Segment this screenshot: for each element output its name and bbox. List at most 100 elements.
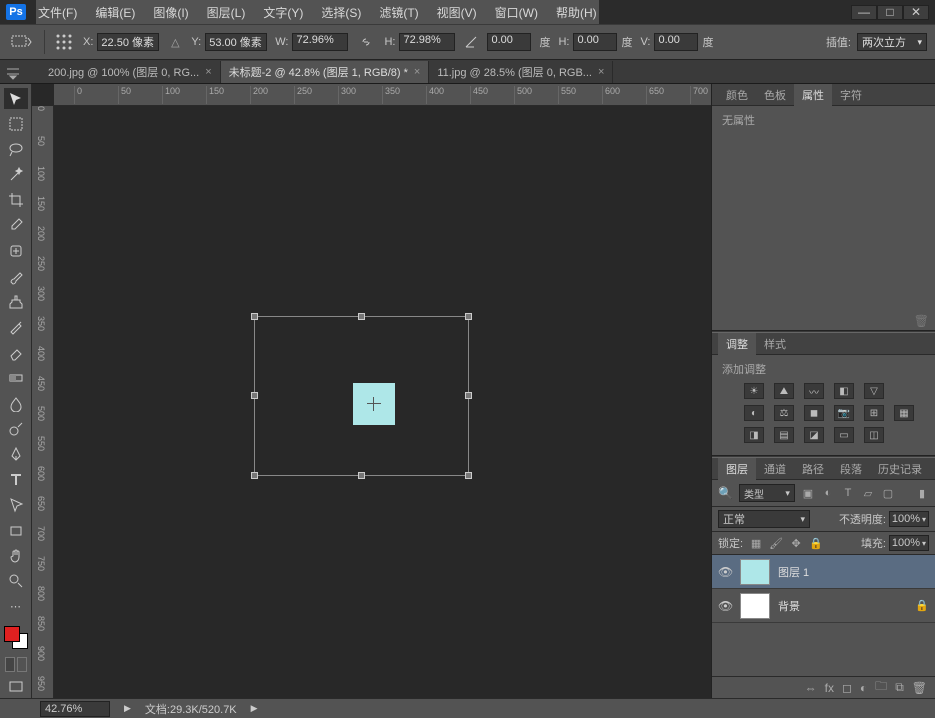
menu-edit[interactable]: 编辑(E)	[93, 2, 137, 23]
tab-channels[interactable]: 通道	[756, 458, 794, 480]
marquee-tool[interactable]	[4, 113, 28, 134]
gradient-map-icon[interactable]: ▭	[834, 427, 854, 443]
layer-name[interactable]: 背景	[778, 598, 800, 614]
filter-pixel-icon[interactable]: ▣	[801, 486, 815, 500]
rectangle-tool[interactable]	[4, 520, 28, 541]
doc-tab-2[interactable]: 11.jpg @ 28.5% (图层 0, RGB... ×	[429, 61, 613, 83]
tab-paths[interactable]: 路径	[794, 458, 832, 480]
reference-point-grid-icon[interactable]	[53, 31, 75, 53]
expand-right-icon[interactable]: ▶	[124, 703, 131, 714]
channel-mixer-icon[interactable]: ⊞	[864, 405, 884, 421]
tab-properties[interactable]: 属性	[794, 84, 832, 106]
photo-filter-icon[interactable]: 📷	[834, 405, 854, 421]
reference-point-icon[interactable]	[367, 397, 381, 411]
doc-tab-1[interactable]: 未标题-2 @ 42.8% (图层 1, RGB/8) * ×	[221, 61, 430, 83]
vibrance-icon[interactable]: ▽	[864, 383, 884, 399]
brush-tool[interactable]	[4, 266, 28, 287]
trash-icon[interactable]: 🗑	[914, 314, 929, 328]
layer-style-icon[interactable]: fx	[825, 681, 834, 695]
menu-window[interactable]: 窗口(W)	[493, 2, 540, 23]
w-input[interactable]: 72.96%	[292, 33, 348, 51]
lock-pixels-icon[interactable]: 🖌	[769, 536, 783, 550]
menu-file[interactable]: 文件(F)	[36, 2, 79, 23]
color-lookup-icon[interactable]: ▦	[894, 405, 914, 421]
filter-adjustment-icon[interactable]: ◐	[821, 486, 835, 500]
tab-history[interactable]: 历史记录	[870, 458, 930, 480]
document-info[interactable]: 文档:29.3K/520.7K	[145, 701, 237, 717]
invert-icon[interactable]: ◨	[744, 427, 764, 443]
filter-icon[interactable]: 🔍	[718, 486, 733, 500]
filter-shape-icon[interactable]: ▱	[861, 486, 875, 500]
link-wh-icon[interactable]	[356, 32, 376, 52]
pen-tool[interactable]	[4, 444, 28, 465]
close-icon[interactable]: ×	[414, 66, 420, 78]
tab-styles[interactable]: 样式	[756, 333, 794, 355]
new-layer-icon[interactable]: ⧉	[895, 680, 904, 695]
close-button[interactable]: ✕	[903, 5, 929, 20]
menu-filter[interactable]: 滤镜(T)	[377, 2, 420, 23]
quick-mask-toggle[interactable]	[5, 657, 27, 673]
lock-transparent-icon[interactable]: ▦	[749, 536, 763, 550]
screen-mode-icon[interactable]	[4, 676, 28, 697]
menu-layer[interactable]: 图层(L)	[205, 2, 248, 23]
lock-all-icon[interactable]: 🔒	[809, 536, 823, 550]
visibility-icon[interactable]: 👁	[718, 599, 732, 613]
link-layers-icon[interactable]: ⇔	[805, 681, 817, 695]
transform-handle-tr[interactable]	[465, 313, 472, 320]
fill-input[interactable]: 100%▾	[889, 535, 929, 551]
menu-help[interactable]: 帮助(H)	[554, 2, 599, 23]
tab-layers[interactable]: 图层	[718, 458, 756, 480]
lasso-tool[interactable]	[4, 139, 28, 160]
black-white-icon[interactable]: ◼	[804, 405, 824, 421]
expand-right-icon[interactable]: ▶	[251, 703, 258, 714]
close-icon[interactable]: ×	[598, 66, 604, 78]
tab-color[interactable]: 颜色	[718, 84, 756, 106]
tab-swatches[interactable]: 色板	[756, 84, 794, 106]
canvas[interactable]	[54, 106, 711, 698]
minimize-button[interactable]: —	[851, 5, 877, 20]
hand-tool[interactable]	[4, 545, 28, 566]
clone-stamp-tool[interactable]	[4, 291, 28, 312]
menu-image[interactable]: 图像(I)	[151, 2, 190, 23]
layer-mask-icon[interactable]: ◻	[842, 681, 852, 695]
transform-tool-icon[interactable]	[8, 34, 36, 50]
x-input[interactable]: 22.50 像素	[97, 33, 159, 51]
transform-handle-bm[interactable]	[358, 472, 365, 479]
layer-filter-kind-select[interactable]: 类型 ▾	[739, 484, 795, 502]
curves-icon[interactable]: 〰	[804, 383, 824, 399]
maximize-button[interactable]: □	[877, 5, 903, 20]
menu-select[interactable]: 选择(S)	[319, 2, 363, 23]
posterize-icon[interactable]: ▤	[774, 427, 794, 443]
tab-paragraph[interactable]: 段落	[832, 458, 870, 480]
doc-tab-0[interactable]: 200.jpg @ 100% (图层 0, RG... ×	[40, 61, 221, 83]
layer-item[interactable]: 👁 图层 1	[712, 555, 935, 589]
blend-mode-select[interactable]: 正常 ▾	[718, 510, 810, 528]
menu-type[interactable]: 文字(Y)	[261, 2, 305, 23]
new-fill-adjustment-icon[interactable]: ◐	[860, 681, 867, 695]
tab-character[interactable]: 字符	[832, 84, 870, 106]
delete-layer-icon[interactable]: 🗑	[912, 681, 927, 695]
move-tool[interactable]	[4, 88, 28, 109]
transform-handle-bl[interactable]	[251, 472, 258, 479]
healing-brush-tool[interactable]	[4, 240, 28, 261]
layer-content[interactable]	[353, 383, 395, 425]
swap-xy-icon[interactable]: △	[167, 34, 183, 50]
transform-handle-tl[interactable]	[251, 313, 258, 320]
canvas-area[interactable]: 0501001502002503003504004505005506006507…	[32, 84, 711, 698]
brightness-contrast-icon[interactable]: ☀	[744, 383, 764, 399]
visibility-icon[interactable]: 👁	[718, 565, 732, 579]
blur-tool[interactable]	[4, 393, 28, 414]
layer-item[interactable]: 👁 背景 🔒	[712, 589, 935, 623]
opacity-input[interactable]: 100%▾	[889, 511, 929, 527]
transform-handle-mr[interactable]	[465, 392, 472, 399]
levels-icon[interactable]: ⛰	[774, 383, 794, 399]
foreground-background-colors[interactable]	[4, 626, 28, 649]
crop-tool[interactable]	[4, 190, 28, 211]
filter-smart-icon[interactable]: ▢	[881, 486, 895, 500]
tab-adjustments[interactable]: 调整	[718, 333, 756, 355]
transform-handle-br[interactable]	[465, 472, 472, 479]
edit-toolbar-icon[interactable]: ⋯	[4, 596, 28, 617]
path-selection-tool[interactable]	[4, 495, 28, 516]
dodge-tool[interactable]	[4, 418, 28, 439]
menu-view[interactable]: 视图(V)	[435, 2, 479, 23]
